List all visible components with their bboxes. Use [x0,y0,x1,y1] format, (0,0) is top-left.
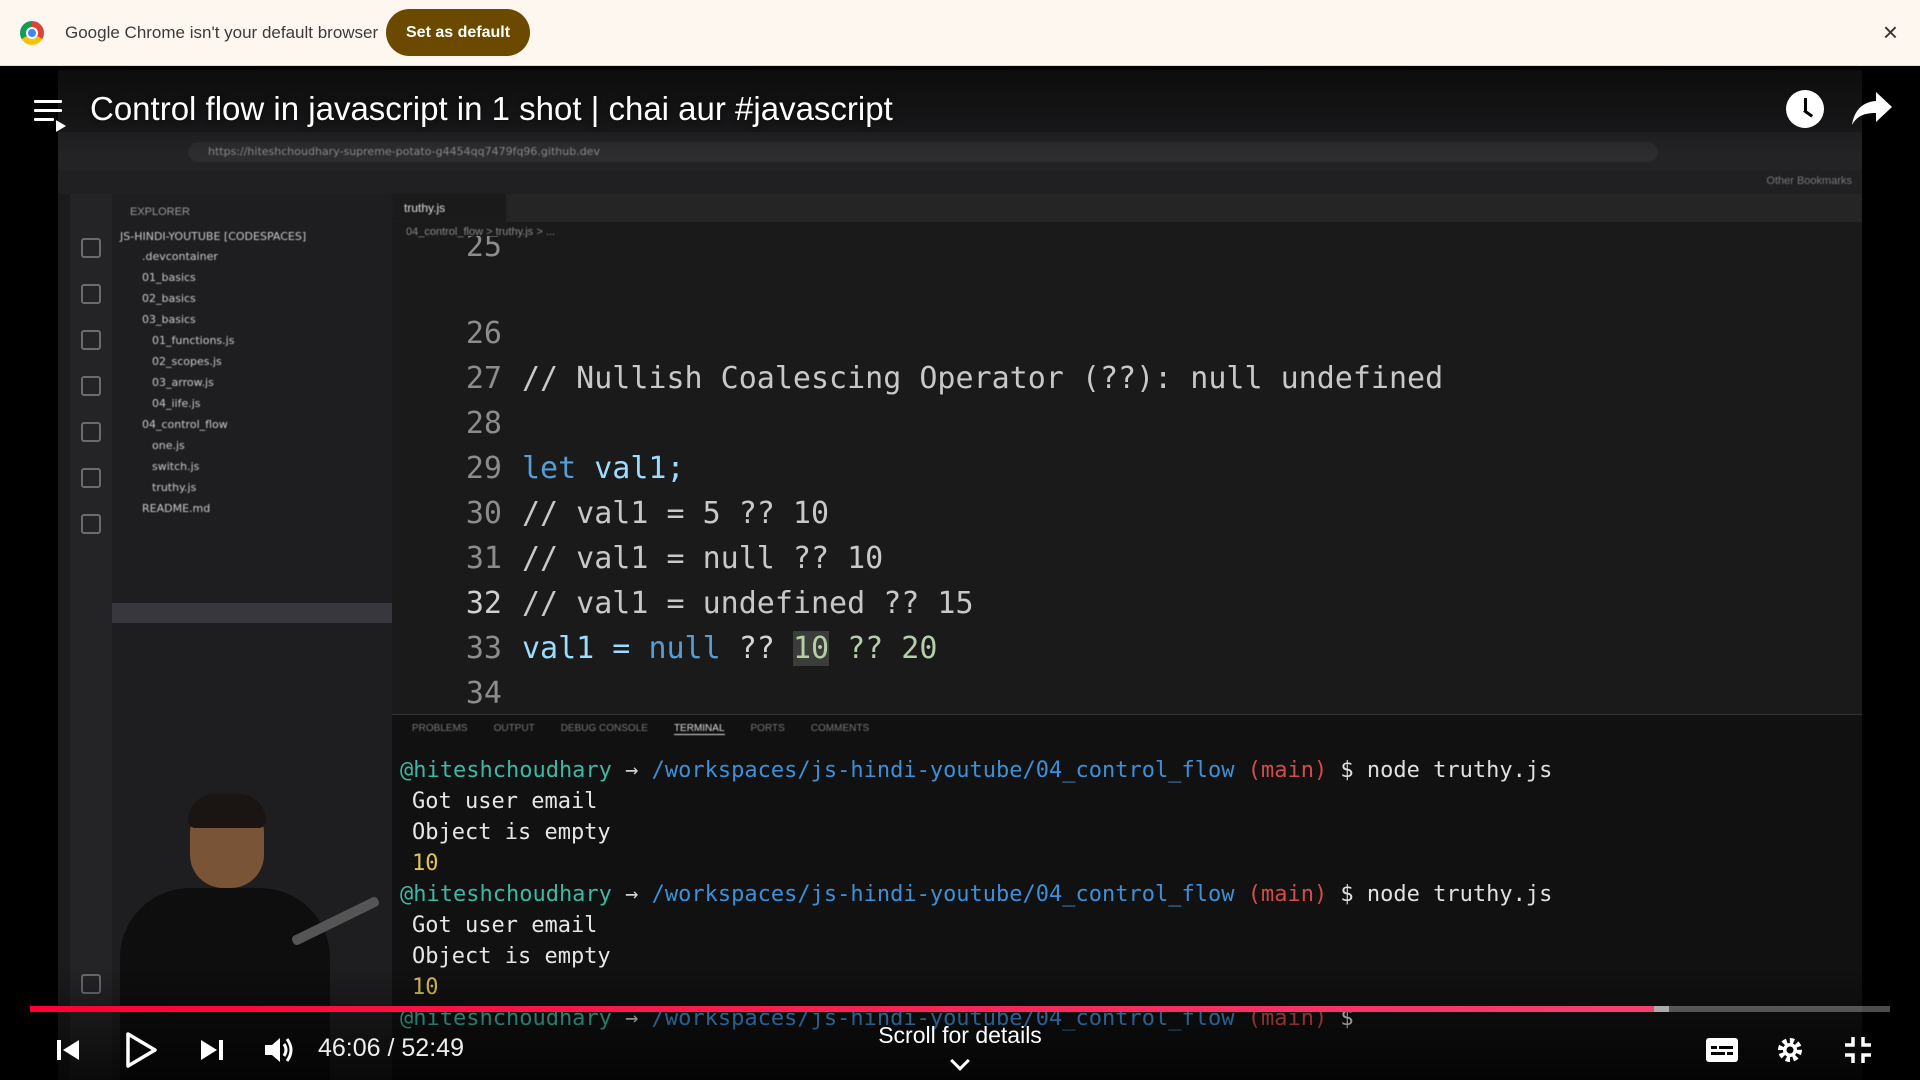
infobar-message: Google Chrome isn't your default browser [65,23,379,42]
explorer-title: EXPLORER [130,206,190,218]
scroll-for-details[interactable]: Scroll for details [0,1022,1920,1049]
explorer-item: README.md [142,502,211,515]
panel-tab: PROBLEMS [412,723,468,734]
explorer-active-row [112,603,392,623]
recorded-bookmarks-bar: Other Bookmarks [58,170,1862,194]
panel-tab: TERMINAL [673,723,725,735]
default-browser-infobar: Google Chrome isn't your default browser… [0,0,1920,66]
explorer-item: 03_arrow.js [152,376,214,389]
panel-tab: DEBUG CONSOLE [560,723,648,734]
exit-fullscreen-button[interactable] [1838,1028,1878,1072]
recorded-bookmarks-label: Other Bookmarks [1766,175,1852,187]
source-control-icon [81,330,101,350]
explorer-item: 04_control_flow [142,418,228,431]
explorer-item: 04_iife.js [152,397,201,410]
panel-tab: OUTPUT [493,723,535,734]
explorer-item: switch.js [152,460,200,473]
progress-bar[interactable] [30,1006,1890,1012]
exit-fullscreen-icon [1845,1037,1871,1063]
explorer-item: one.js [152,439,185,452]
docker-icon [81,514,101,534]
settings-button[interactable] [1770,1028,1810,1072]
explorer-item: truthy.js [152,481,197,494]
line-number: 25 [465,236,502,258]
terminal-output: Object is empty [412,820,611,845]
watch-later-icon[interactable] [1786,90,1824,128]
video-title[interactable]: Control flow in javascript in 1 shot | c… [90,90,893,128]
playlist-menu-icon[interactable] [34,100,66,132]
set-as-default-button[interactable]: Set as default [386,9,531,56]
close-icon[interactable]: × [1883,19,1898,45]
terminal-prompt: @hiteshchoudhary → /workspaces/js-hindi-… [400,882,1553,907]
run-debug-icon [81,376,101,396]
panel-tabs: PROBLEMS OUTPUT DEBUG CONSOLE TERMINAL P… [412,723,869,735]
terminal-output: Got user email [412,789,598,814]
share-icon[interactable] [1850,88,1894,128]
recorded-activity-bar [70,194,112,1080]
explorer-item: 01_basics [142,271,196,284]
terminal-prompt: @hiteshchoudhary → /workspaces/js-hindi-… [400,758,1553,783]
files-icon [81,238,101,258]
explorer-item: 01_functions.js [152,334,235,347]
terminal-output: 10 [412,851,439,876]
explorer-item: 02_basics [142,292,196,305]
panel-tab: COMMENTS [810,723,870,734]
chrome-logo-icon [20,21,44,45]
explorer-root: JS-HINDI-YOUTUBE [CODESPACES] [120,230,307,243]
progress-played [30,1006,1654,1012]
editor-tab: truthy.js [392,194,506,222]
subtitles-icon [1706,1038,1738,1062]
github-icon [81,468,101,488]
terminal-output: Got user email [412,913,598,938]
extensions-icon [81,422,101,442]
gear-icon [1778,1038,1802,1062]
panel-tab: PORTS [750,723,785,734]
recorded-editor: truthy.js 04_control_flow > truthy.js > … [392,194,1862,756]
subtitles-button[interactable] [1702,1028,1742,1072]
editor-tabbar: truthy.js [392,194,1862,222]
search-icon [81,284,101,304]
explorer-item: 03_basics [142,313,196,326]
explorer-item: 02_scopes.js [152,355,222,368]
explorer-item: .devcontainer [142,250,218,263]
video-player[interactable]: https://hiteshchoudhary-supreme-potato-g… [0,66,1920,1080]
